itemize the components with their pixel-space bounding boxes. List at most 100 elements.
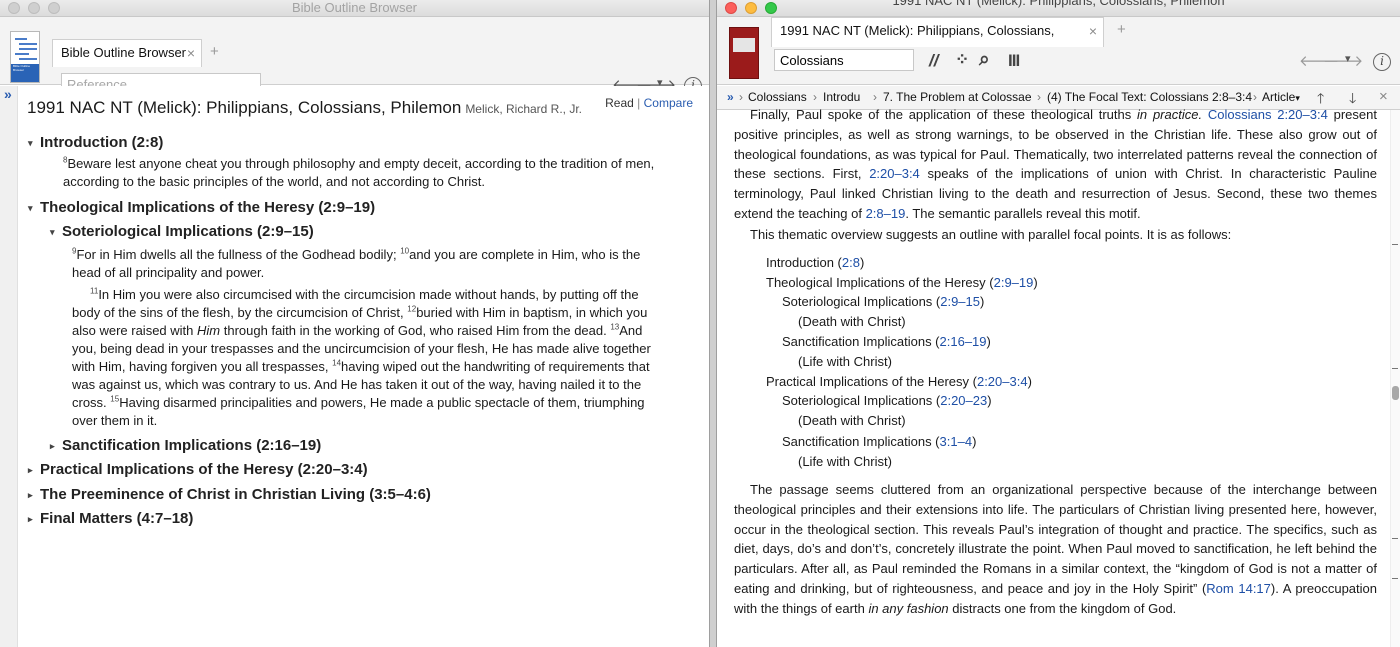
scripture-link[interactable]: 2:20–3:4 [977,374,1028,389]
article-content: Finally, Paul spoke of the application o… [717,107,1400,647]
outline-content: 1991 NAC NT (Melick): Philippians, Colos… [18,86,709,647]
info-icon[interactable]: i [1373,53,1391,71]
scripture-link[interactable]: 2:8 [842,255,860,270]
minimize-window-button[interactable] [28,2,40,14]
tab-close-icon[interactable]: × [187,40,195,66]
disclosure-closed-icon[interactable]: ▸ [50,441,62,452]
verse-text: 11In Him you were also circumcised with … [90,286,639,304]
expand-panel-icon[interactable]: » [4,86,12,102]
new-tab-plus-icon[interactable]: + [210,43,219,60]
close-icon[interactable]: × [1379,88,1388,105]
zoom-window-button[interactable] [765,2,777,14]
outline-heading-theological[interactable]: ▾ Theological Implications of the Heresy … [28,199,375,216]
verse-text: For in Him dwells all the fullness of th… [76,247,397,262]
verse-text: over them in it. [72,412,157,430]
disclosure-open-icon[interactable]: ▾ [50,227,62,238]
breadcrumb-focal-text[interactable]: (4) The Focal Text: Colossians 2:8–3:4 [1047,90,1252,104]
verse-text: And [619,323,643,338]
window-title: 1991 NAC NT (Melick): Philippians, Colos… [892,0,1225,8]
resource-title[interactable]: 1991 NAC NT (Melick): Philippians, Colos… [27,98,582,118]
heading-text: Sanctification Implications (2:16–19) [62,437,322,454]
verse-text: according to the basic principles of the… [63,173,485,191]
scripture-link[interactable]: Colossians 2:20–3:4 [1208,107,1328,122]
parallel-resources-icon[interactable]: // [929,51,938,71]
tab-commentary[interactable]: 1991 NAC NT (Melick): Philippians, Colos… [771,17,1104,64]
people-icon[interactable]: ⁘ [955,50,969,70]
disclosure-open-icon[interactable]: ▾ [28,138,40,149]
read-link[interactable]: Read [605,96,634,110]
verse-text: according to the basic principles of the… [63,174,486,189]
breadcrumb-introduction[interactable]: Introdu [823,90,871,104]
columns-icon[interactable]: III [1008,51,1020,71]
zoom-window-button[interactable] [48,2,60,14]
outline-heading-introduction[interactable]: ▾ Introduction (2:8) [28,134,163,151]
scroll-marker [1392,244,1398,245]
scripture-link[interactable]: 2:9–15 [940,294,980,309]
tab-bible-outline-browser[interactable]: Bible Outline Browser × [52,39,202,67]
verse-number: 14 [332,358,342,368]
outline-text: ) [859,255,865,270]
outline-line: Theological Implications of the Heresy (… [766,274,1038,292]
outline-line: Introduction (2:8) [766,254,864,272]
commentary-window: 1991 NAC NT (Melick): Philippians, Colos… [716,0,1400,647]
outline-text: Introduction ( [766,255,842,270]
breadcrumb-colossians[interactable]: Colossians [748,90,807,104]
thumb-line [19,43,37,45]
breadcrumb-separator: › [1253,90,1257,104]
compare-link[interactable]: Compare [644,96,693,110]
verse-text: Having disarmed principalities and power… [119,395,645,410]
verse-number: 15 [110,394,120,404]
verse-text: cross. [72,395,107,410]
window-controls [725,2,777,14]
disclosure-closed-icon[interactable]: ▸ [28,465,40,476]
outline-text: ) [1033,275,1038,290]
panel-toggle[interactable]: » [0,86,18,647]
tab-close-icon[interactable]: × [1089,18,1097,44]
new-tab-plus-icon[interactable]: + [1117,21,1126,38]
reference-search-input[interactable] [774,49,914,71]
link-separator: | [637,96,641,110]
scripture-link[interactable]: 2:16–19 [940,334,987,349]
breadcrumb-toggle-icon[interactable]: » [727,90,734,104]
outline-heading-practical[interactable]: ▸ Practical Implications of the Heresy (2… [28,461,368,478]
scripture-link[interactable]: 2:8–19 [866,206,906,221]
resource-author: Melick, Richard R., Jr. [465,102,583,116]
outline-text: Sanctification Implications ( [782,434,940,449]
scroll-marker [1392,368,1398,369]
vertical-scrollbar[interactable] [1390,110,1400,647]
outline-heading-soteriological[interactable]: ▾ Soteriological Implications (2:9–15) [50,223,314,240]
scroll-marker [1392,538,1398,539]
scripture-link[interactable]: 2:20–23 [940,393,987,408]
scroll-marker [1392,578,1398,579]
scripture-link[interactable]: 2:9–19 [994,275,1034,290]
close-window-button[interactable] [725,2,737,14]
verse-number: 13 [610,322,620,332]
disclosure-open-icon[interactable]: ▾ [28,203,40,214]
minimize-window-button[interactable] [745,2,757,14]
verse-text: also were raised with [72,323,194,338]
paragraph-1: Finally, Paul spoke of the application o… [734,105,1377,224]
article-dropdown[interactable]: Article▾ [1262,90,1300,104]
verse-text: In Him you were also circumcised with th… [98,287,639,302]
book-cover-thumbnail[interactable] [729,27,759,79]
breadcrumb-problem-at-colossae[interactable]: 7. The Problem at Colossae [883,90,1032,104]
heading-text: Theological Implications of the Heresy (… [40,199,376,216]
forward-arrow-icon[interactable]: 🡒 [1323,51,1363,70]
scroll-thumb[interactable] [1392,386,1399,400]
scripture-link[interactable]: 3:1–4 [940,434,973,449]
search-icon[interactable]: ⌕ [979,49,990,71]
disclosure-closed-icon[interactable]: ▸ [28,514,40,525]
history-dropdown-icon[interactable]: ▾ [1345,52,1351,65]
verse-text: through faith in the working of God, who… [223,323,607,338]
paragraph-text: Finally, Paul spoke of the application o… [750,107,1132,122]
disclosure-closed-icon[interactable]: ▸ [28,490,40,501]
heading-text: Introduction (2:8) [40,134,164,151]
outline-text: ) [987,393,992,408]
resource-thumbnail[interactable]: Bible Outline Browser [10,31,40,83]
scripture-link[interactable]: 2:20–3:4 [869,166,920,181]
outline-heading-preeminence[interactable]: ▸ The Preeminence of Christ in Christian … [28,486,431,503]
outline-heading-final[interactable]: ▸ Final Matters (4:7–18) [28,510,193,527]
close-window-button[interactable] [8,2,20,14]
scripture-link[interactable]: Rom 14:17 [1206,581,1271,596]
outline-heading-sanctification[interactable]: ▸ Sanctification Implications (2:16–19) [50,437,321,454]
